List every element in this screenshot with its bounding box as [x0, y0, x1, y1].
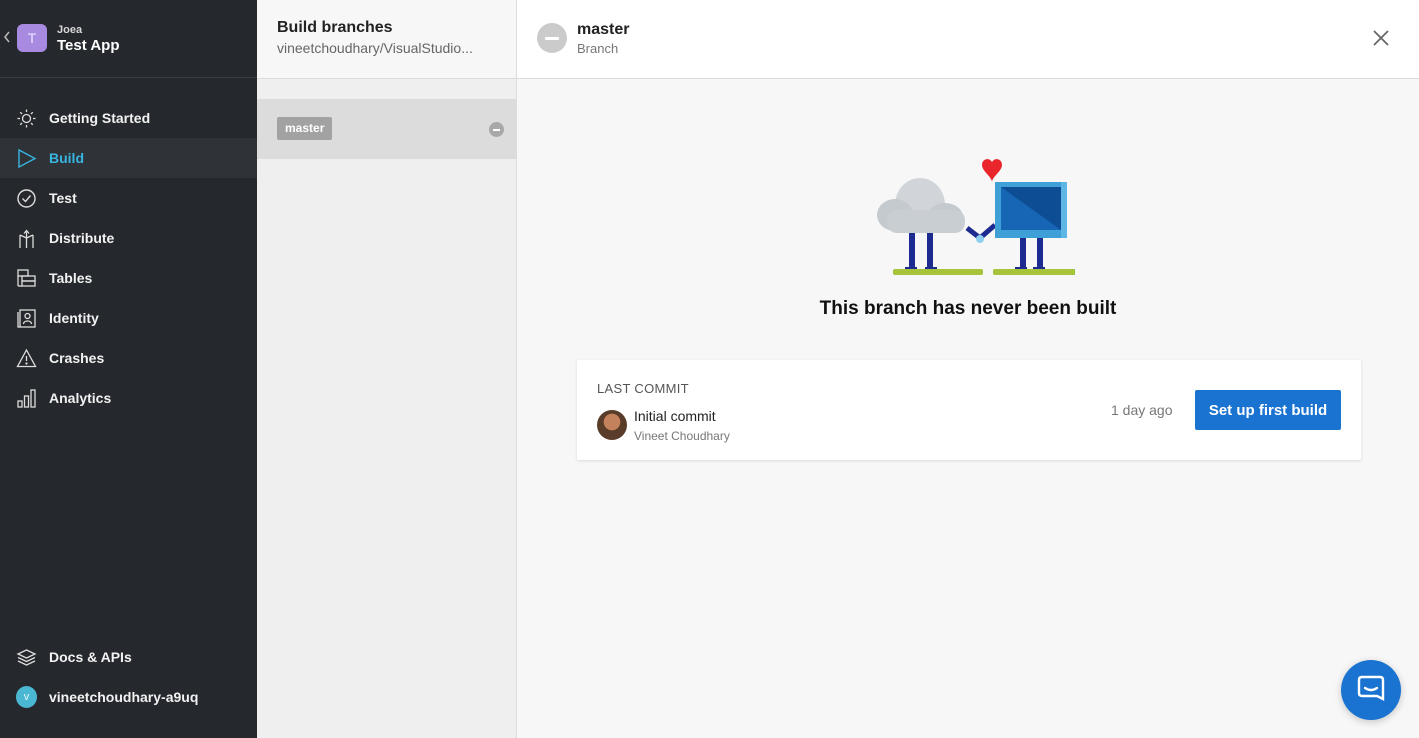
- not-built-status-icon: [537, 23, 567, 53]
- nav-label: Crashes: [49, 350, 105, 366]
- nav-label: Identity: [49, 310, 99, 326]
- app-name[interactable]: Test App: [57, 37, 120, 54]
- nav-label: Distribute: [49, 230, 115, 246]
- nav-item-crashes[interactable]: Crashes: [0, 338, 257, 378]
- chevron-left-icon[interactable]: [3, 30, 13, 46]
- app-header: T Joea Test App: [0, 0, 257, 78]
- branch-name: master: [577, 21, 630, 38]
- nav-item-distribute[interactable]: Distribute: [0, 218, 257, 258]
- user-name: vineetchoudhary-a9uq: [49, 689, 199, 705]
- left-nav: T Joea Test App Getting Started Build Te…: [0, 0, 257, 738]
- last-commit-card: LAST COMMIT Initial commit Vineet Choudh…: [577, 360, 1361, 460]
- nav-item-user[interactable]: v vineetchoudhary-a9uq: [0, 677, 257, 717]
- setup-first-build-button[interactable]: Set up first build: [1195, 390, 1341, 430]
- nav-item-tables[interactable]: Tables: [0, 258, 257, 298]
- nav-item-docs[interactable]: Docs & APIs: [0, 637, 257, 677]
- chat-icon: [1356, 673, 1386, 708]
- commit-author: Vineet Choudhary: [634, 429, 730, 443]
- nav-label: Build: [49, 150, 84, 166]
- branch-detail: master Branch This branch has never been…: [517, 0, 1419, 738]
- distribute-icon: [16, 228, 37, 249]
- nav-footer: Docs & APIs v vineetchoudhary-a9uq: [0, 637, 257, 717]
- branch-panel-title: Build branches: [277, 19, 393, 36]
- empty-state-illustration: [877, 159, 1075, 275]
- commit-time: 1 day ago: [1111, 402, 1173, 418]
- user-avatar: v: [16, 686, 37, 708]
- branch-panel-header: Build branches vineetchoudhary/VisualStu…: [257, 0, 516, 79]
- table-icon: [16, 268, 37, 289]
- layers-icon: [16, 647, 37, 668]
- branch-row[interactable]: master: [257, 99, 516, 159]
- nav-item-analytics[interactable]: Analytics: [0, 378, 257, 418]
- close-icon[interactable]: [1370, 27, 1392, 49]
- nav-label: Test: [49, 190, 77, 206]
- nav-item-test[interactable]: Test: [0, 178, 257, 218]
- commit-message: Initial commit: [634, 408, 716, 424]
- nav-item-getting-started[interactable]: Getting Started: [0, 98, 257, 138]
- identity-icon: [16, 308, 37, 329]
- bar-chart-icon: [16, 388, 37, 409]
- app-owner: Joea: [57, 24, 83, 36]
- play-icon: [16, 148, 37, 169]
- docs-label: Docs & APIs: [49, 649, 132, 665]
- branch-label: Branch: [577, 41, 619, 56]
- nav-item-build[interactable]: Build: [0, 138, 257, 178]
- author-avatar: [597, 410, 627, 440]
- detail-header: master Branch: [517, 0, 1419, 79]
- branch-tag: master: [277, 117, 333, 140]
- warning-icon: [16, 348, 37, 369]
- branch-panel: Build branches vineetchoudhary/VisualStu…: [257, 0, 517, 738]
- check-circle-icon: [16, 188, 37, 209]
- nav-label: Analytics: [49, 390, 112, 406]
- nav-list: Getting Started Build Test Distribute Ta…: [0, 98, 257, 418]
- nav-label: Getting Started: [49, 110, 151, 126]
- last-commit-label: LAST COMMIT: [597, 381, 689, 396]
- empty-state-title: This branch has never been built: [819, 298, 1117, 319]
- chat-support-button[interactable]: [1341, 660, 1401, 720]
- sun-icon: [16, 108, 37, 129]
- nav-item-identity[interactable]: Identity: [0, 298, 257, 338]
- repo-name: vineetchoudhary/VisualStudio...: [277, 40, 473, 56]
- user-avatar-wrap: v: [16, 686, 37, 708]
- nav-label: Tables: [49, 270, 93, 286]
- app-avatar[interactable]: T: [17, 24, 47, 52]
- not-built-status-icon: [489, 122, 504, 137]
